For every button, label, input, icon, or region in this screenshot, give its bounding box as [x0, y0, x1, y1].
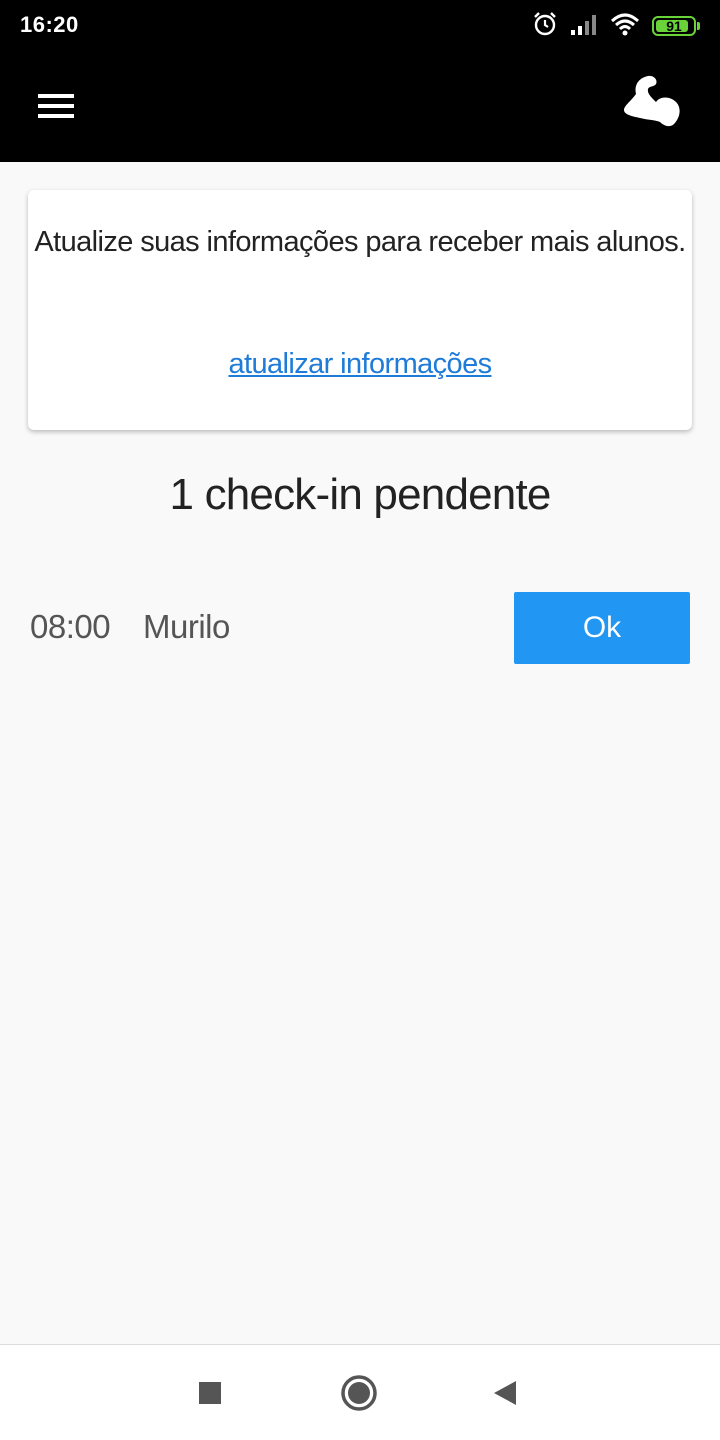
status-bar: 16:20 91: [0, 0, 720, 52]
battery-body: 91: [652, 16, 696, 36]
ok-button[interactable]: Ok: [514, 592, 690, 664]
battery-icon: 91: [652, 16, 700, 36]
app-bar: [0, 52, 720, 162]
battery-level: 91: [666, 18, 682, 34]
update-info-link[interactable]: atualizar informações: [28, 348, 692, 381]
checkin-time: 08:00: [30, 608, 111, 645]
update-info-message: Atualize suas informações para receber m…: [34, 226, 686, 258]
home-circle-icon[interactable]: [339, 1373, 379, 1413]
pending-checkins-title: 1 check-in pendente: [0, 470, 720, 520]
flexed-arm-logo-icon: [622, 72, 686, 138]
status-icons: 91: [532, 11, 700, 42]
checkin-student-name: Murilo: [143, 608, 230, 645]
recents-square-icon[interactable]: [190, 1373, 230, 1413]
signal-icon: [570, 12, 598, 41]
checkin-row: 08:00 Murilo Ok: [0, 592, 720, 664]
status-time: 16:20: [20, 12, 79, 37]
battery-tip: [697, 22, 700, 30]
hamburger-menu-icon[interactable]: [28, 80, 84, 132]
pending-label: check-in pendente: [204, 470, 552, 519]
pending-count: 1: [169, 470, 194, 519]
alarm-icon: [532, 11, 558, 42]
update-info-card: Atualize suas informações para receber m…: [28, 190, 692, 430]
back-triangle-icon[interactable]: [486, 1373, 526, 1413]
system-nav-bar: [0, 1344, 720, 1440]
wifi-icon: [610, 12, 640, 41]
